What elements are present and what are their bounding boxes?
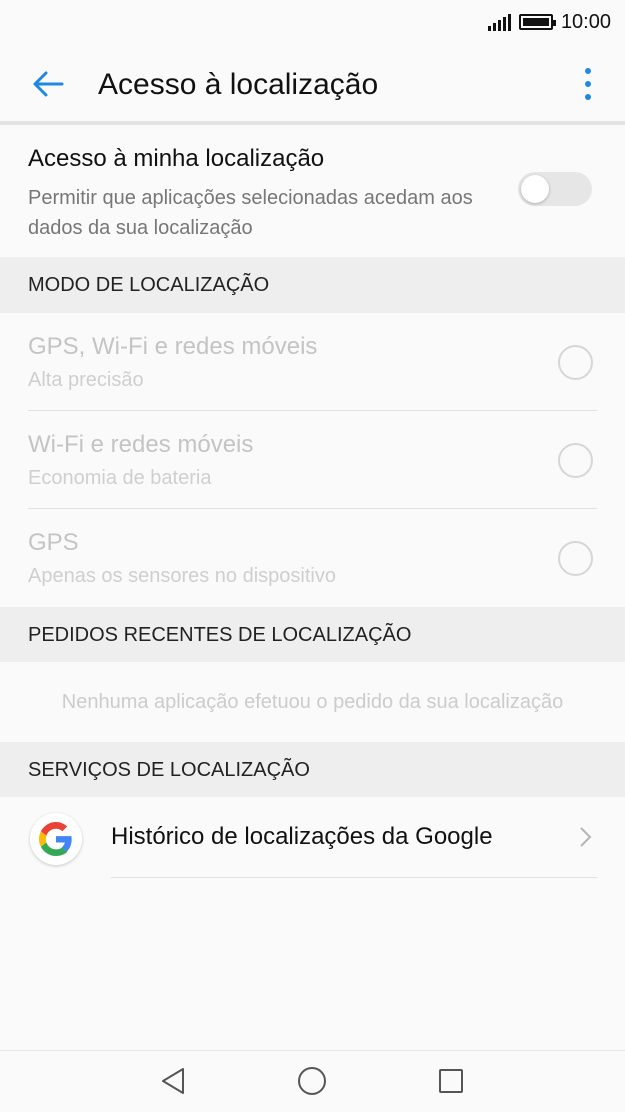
nav-home-button[interactable]: [296, 1065, 328, 1097]
chevron-right-icon: [580, 827, 592, 847]
section-header-services: SERVIÇOS DE LOCALIZAÇÃO: [0, 742, 625, 798]
mode-option-battery-saving[interactable]: Wi-Fi e redes móveis Economia de bateria: [0, 411, 625, 509]
back-button[interactable]: [28, 64, 68, 104]
google-location-history-label: Histórico de localizações da Google: [111, 823, 493, 850]
location-access-title: Acesso à minha localização: [28, 145, 325, 172]
battery-icon: [518, 14, 556, 30]
google-location-history-item[interactable]: Histórico de localizações da Google: [0, 797, 625, 879]
status-bar: 10:00: [0, 0, 625, 44]
location-access-toggle[interactable]: [518, 172, 592, 206]
mode-option-high-accuracy[interactable]: GPS, Wi-Fi e redes móveis Alta precisão: [0, 313, 625, 411]
location-access-subtitle: Permitir que aplicações selecionadas ace…: [28, 187, 473, 239]
nav-back-icon: [162, 1068, 184, 1094]
recent-requests-empty: Nenhuma aplicação efetuou o pedido da su…: [0, 662, 625, 742]
navigation-bar: [0, 1050, 625, 1112]
nav-recents-button[interactable]: [435, 1065, 467, 1097]
mode-subtitle: Economia de bateria: [28, 467, 212, 489]
mode-title: GPS: [28, 529, 79, 556]
nav-home-icon: [298, 1067, 326, 1095]
mode-option-device-only[interactable]: GPS Apenas os sensores no dispositivo: [0, 509, 625, 607]
radio-button[interactable]: [558, 443, 593, 478]
section-header-mode: MODO DE LOCALIZAÇÃO: [0, 257, 625, 313]
nav-recents-icon: [439, 1069, 463, 1093]
more-vert-icon: [585, 68, 591, 74]
signal-icon: [487, 13, 511, 31]
mode-title: GPS, Wi-Fi e redes móveis: [28, 333, 318, 360]
mode-subtitle: Apenas os sensores no dispositivo: [28, 565, 336, 587]
nav-back-button[interactable]: [157, 1065, 189, 1097]
google-icon: [30, 813, 82, 865]
radio-button[interactable]: [558, 345, 593, 380]
status-time: 10:00: [560, 10, 611, 33]
app-bar: Acesso à localização: [0, 44, 625, 122]
more-options-button[interactable]: [573, 62, 603, 106]
mode-subtitle: Alta precisão: [28, 369, 144, 391]
mode-title: Wi-Fi e redes móveis: [28, 431, 254, 458]
section-header-recent: PEDIDOS RECENTES DE LOCALIZAÇÃO: [0, 607, 625, 663]
toggle-knob: [521, 175, 549, 203]
arrow-back-icon: [33, 71, 64, 97]
divider: [111, 877, 597, 878]
radio-button[interactable]: [558, 541, 593, 576]
location-access-row[interactable]: Acesso à minha localização Permitir que …: [0, 125, 625, 257]
page-title: Acesso à localização: [98, 68, 379, 101]
